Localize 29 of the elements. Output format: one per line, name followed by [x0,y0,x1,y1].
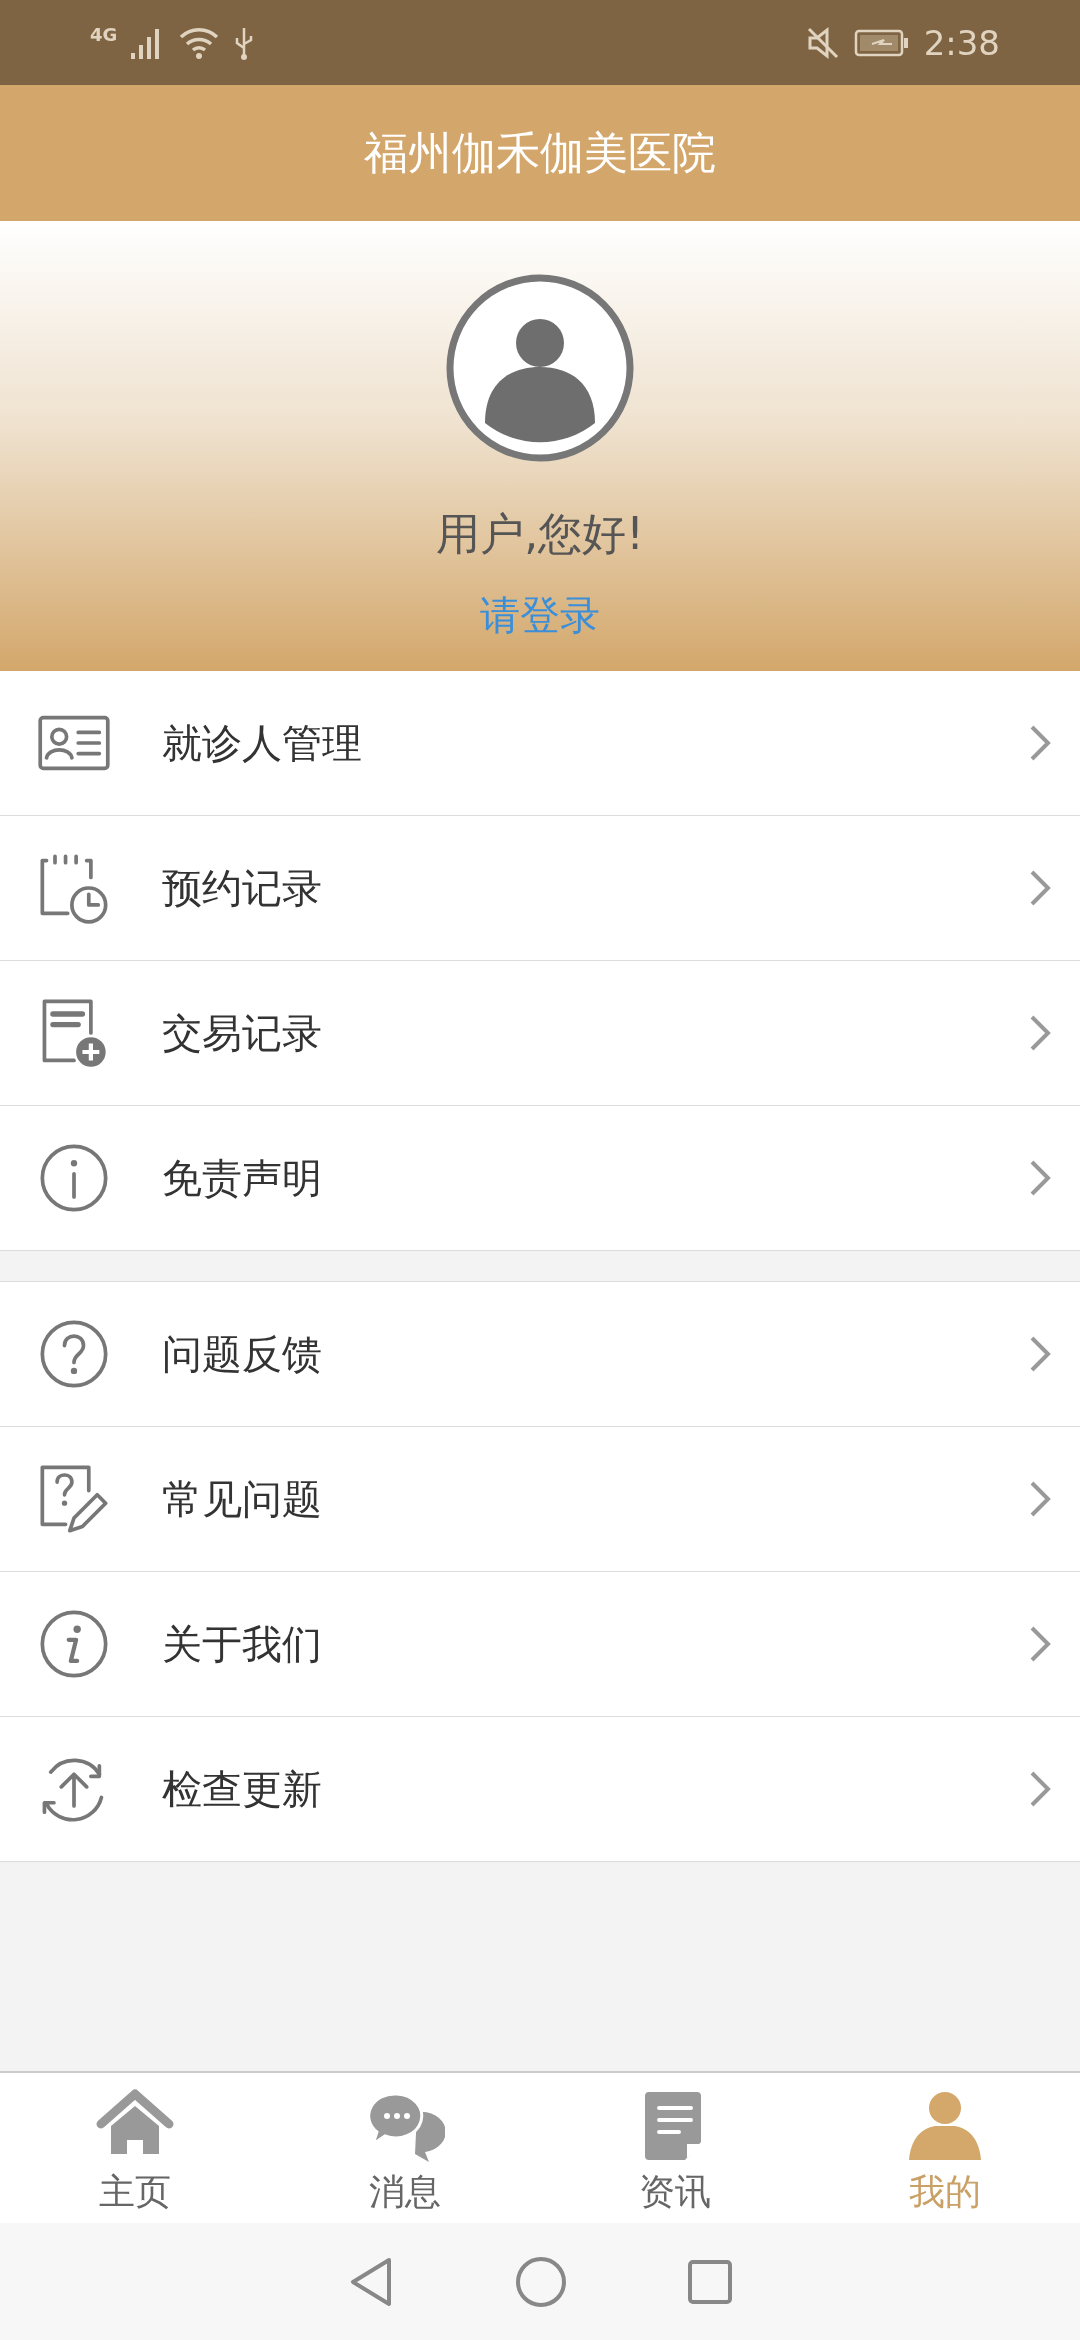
tab-item[interactable]: 消息 [270,2073,540,2223]
menu-row[interactable]: 预约记录 [0,816,1080,961]
menu-row[interactable]: 交易记录 [0,961,1080,1106]
status-time: 2:38 [923,22,1000,63]
home-circle-icon[interactable] [515,2255,567,2308]
chevron-right-icon [1028,1013,1052,1053]
chevron-right-icon [1028,1624,1052,1664]
menu-row[interactable]: 常见问题 [0,1427,1080,1572]
network-type: 4G [90,24,118,45]
chevron-right-icon [1028,868,1052,908]
mute-icon [805,25,840,60]
tab-item[interactable]: 主页 [0,2073,270,2223]
avatar-icon[interactable] [445,273,635,463]
menu-row[interactable]: 问题反馈 [0,1282,1080,1427]
menu-row[interactable]: 检查更新 [0,1717,1080,1862]
chevron-right-icon [1028,1479,1052,1519]
menu-row[interactable]: 免责声明 [0,1106,1080,1251]
chevron-right-icon [1028,723,1052,763]
menu-row[interactable]: 关于我们 [0,1572,1080,1717]
tab-item[interactable]: 资讯 [540,2073,810,2223]
chevron-right-icon [1028,1158,1052,1198]
chevron-right-icon [1028,1769,1052,1809]
recents-icon[interactable] [687,2258,733,2305]
menu-row[interactable]: 就诊人管理 [0,671,1080,816]
wifi-icon [179,26,220,59]
greeting-text: 用户,您好! [436,507,644,561]
battery-icon [853,27,910,58]
chevron-right-icon [1028,1334,1052,1374]
header-title: 福州伽禾伽美医院 [364,125,716,180]
